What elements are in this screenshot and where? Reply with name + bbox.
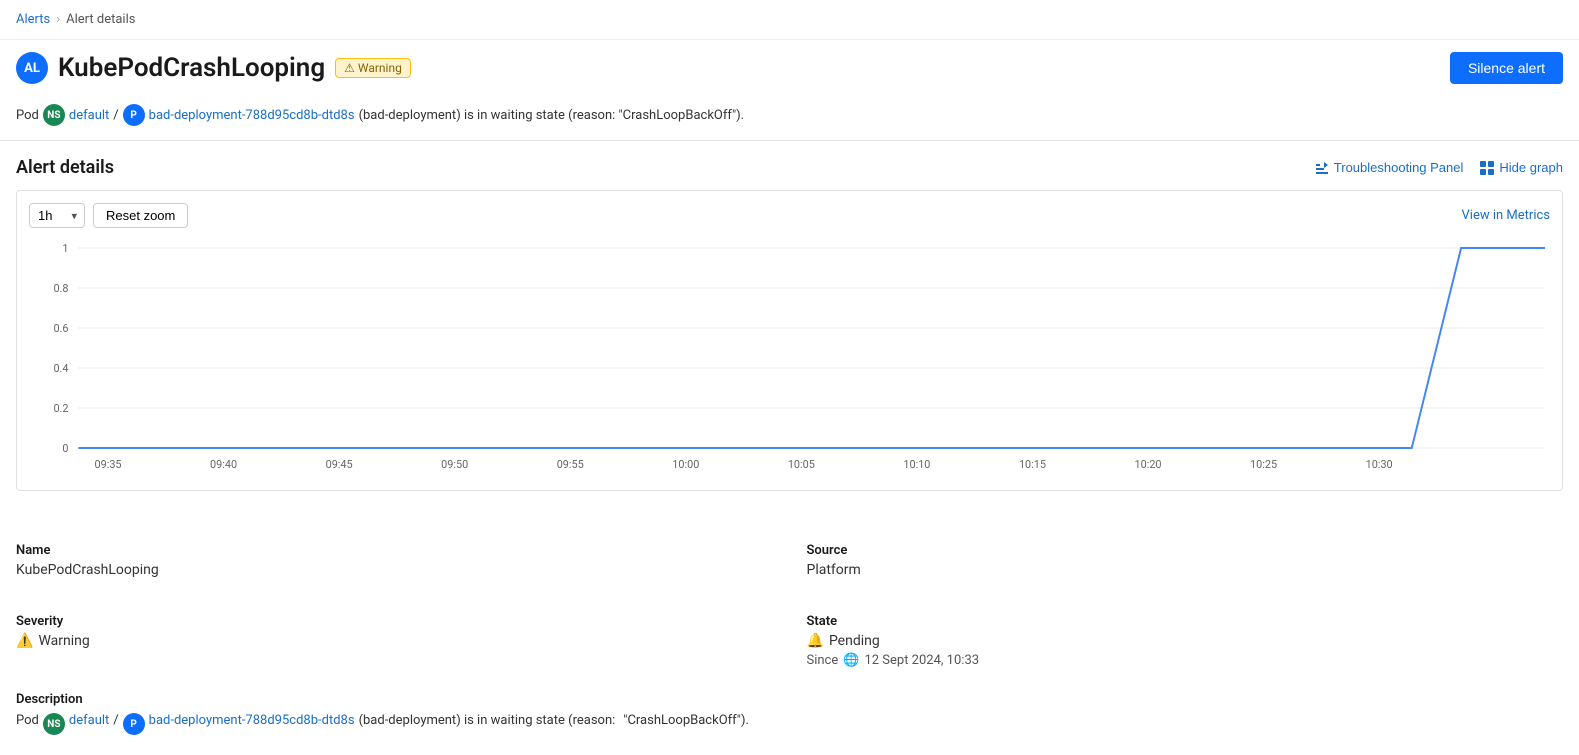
desc-line2: (bad-deployment) is in waiting state (re… — [359, 713, 616, 728]
silence-alert-button[interactable]: Silence alert — [1450, 52, 1563, 84]
svg-text:09:55: 09:55 — [557, 458, 584, 471]
hide-graph-icon — [1479, 160, 1495, 176]
name-cell: Name KubePodCrashLooping — [0, 531, 790, 590]
pod-suffix: (bad-deployment) is in waiting state (re… — [359, 108, 745, 123]
svg-text:0.6: 0.6 — [53, 322, 68, 335]
desc-pod-link[interactable]: bad-deployment-788d95cd8b-dtd8s — [149, 713, 355, 728]
svg-text:0.4: 0.4 — [53, 362, 68, 375]
hide-graph-button[interactable]: Hide graph — [1479, 160, 1563, 176]
svg-text:09:50: 09:50 — [441, 458, 468, 471]
pod-badge-text: P — [130, 110, 136, 121]
severity-value: ⚠️ Warning — [16, 633, 774, 649]
alert-details-title: Alert details — [16, 157, 114, 178]
state-cell: State 🔔 Pending Since 🌐 12 Sept 2024, 10… — [790, 590, 1579, 680]
desc-sep: / — [113, 713, 118, 728]
severity-icon: ⚠️ — [16, 633, 33, 649]
alert-title: KubePodCrashLooping — [58, 53, 325, 83]
chart-svg: 1 0.8 0.6 0.4 0.2 0 09:35 09:40 09:45 09… — [29, 238, 1550, 478]
state-text: Pending — [829, 633, 880, 649]
svg-text:0: 0 — [62, 442, 68, 455]
source-value: Platform — [807, 562, 1564, 578]
desc-pod-prefix: Pod — [16, 713, 39, 728]
desc-line3: "CrashLoopBackOff"). — [623, 713, 749, 728]
details-grid: Name KubePodCrashLooping Source Platform… — [0, 531, 1579, 680]
description-section: Description Pod NS default / P bad-deplo… — [0, 680, 1579, 755]
breadcrumb-current: Alert details — [66, 12, 135, 27]
troubleshooting-panel-label: Troubleshooting Panel — [1334, 160, 1464, 175]
svg-text:09:45: 09:45 — [326, 458, 353, 471]
state-value: 🔔 Pending — [807, 633, 1564, 649]
desc-namespace-badge: NS — [43, 713, 65, 735]
namespace-badge: NS — [43, 104, 65, 126]
svg-text:10:20: 10:20 — [1135, 458, 1162, 471]
namespace-badge-text: NS — [47, 110, 60, 121]
desc-namespace-link[interactable]: default — [69, 713, 109, 728]
pod-separator: / — [113, 108, 118, 123]
pod-badge: P — [123, 104, 145, 126]
svg-text:0.2: 0.2 — [53, 402, 68, 415]
svg-text:10:00: 10:00 — [672, 458, 699, 471]
since-row: Since 🌐 12 Sept 2024, 10:33 — [807, 653, 1564, 668]
description-label: Description — [16, 692, 1563, 707]
graph-container: 1h 3h 6h 12h 24h Reset zoom View in Metr… — [16, 190, 1563, 491]
hide-graph-label: Hide graph — [1499, 160, 1563, 175]
view-in-metrics-link[interactable]: View in Metrics — [1462, 208, 1550, 223]
breadcrumb-separator: › — [56, 12, 60, 27]
header-actions: Troubleshooting Panel Hide graph — [1314, 160, 1563, 176]
since-value: 12 Sept 2024, 10:33 — [864, 653, 979, 668]
desc-ns-badge-text: NS — [47, 719, 60, 730]
svg-text:10:05: 10:05 — [788, 458, 815, 471]
time-range-select[interactable]: 1h 3h 6h 12h 24h — [29, 203, 85, 228]
svg-text:10:10: 10:10 — [903, 458, 930, 471]
breadcrumb: Alerts › Alert details — [0, 0, 1579, 40]
severity-badge-text: ⚠ Warning — [344, 61, 402, 75]
severity-text: Warning — [38, 633, 89, 649]
svg-text:10:15: 10:15 — [1019, 458, 1046, 471]
desc-pod-badge: P — [123, 713, 145, 735]
chart-area: 1 0.8 0.6 0.4 0.2 0 09:35 09:40 09:45 09… — [29, 238, 1550, 478]
alert-details-header: Alert details Troubleshooting Panel Hide… — [16, 157, 1563, 178]
desc-p-badge-text: P — [130, 719, 136, 730]
svg-text:10:25: 10:25 — [1250, 458, 1277, 471]
reset-zoom-button[interactable]: Reset zoom — [93, 203, 188, 228]
graph-toolbar: 1h 3h 6h 12h 24h Reset zoom View in Metr… — [29, 203, 1550, 228]
severity-label: Severity — [16, 614, 774, 629]
pod-name-link[interactable]: bad-deployment-788d95cd8b-dtd8s — [149, 108, 355, 123]
alert-avatar: AL — [16, 52, 48, 84]
source-cell: Source Platform — [790, 531, 1579, 590]
severity-cell: Severity ⚠️ Warning — [0, 590, 790, 680]
svg-text:10:30: 10:30 — [1366, 458, 1393, 471]
svg-text:0.8: 0.8 — [53, 282, 68, 295]
troubleshooting-icon — [1314, 160, 1330, 176]
svg-text:09:35: 09:35 — [94, 458, 121, 471]
graph-toolbar-left: 1h 3h 6h 12h 24h Reset zoom — [29, 203, 188, 228]
globe-icon: 🌐 — [843, 653, 859, 668]
breadcrumb-alerts-link[interactable]: Alerts — [16, 12, 50, 27]
namespace-link[interactable]: default — [69, 108, 109, 123]
name-label: Name — [16, 543, 774, 558]
pod-prefix: Pod — [16, 108, 39, 123]
svg-text:1: 1 — [62, 242, 68, 255]
source-label: Source — [807, 543, 1564, 558]
svg-text:09:40: 09:40 — [210, 458, 237, 471]
state-label: State — [807, 614, 1564, 629]
pod-description-line: Pod NS default / P bad-deployment-788d95… — [0, 96, 1579, 141]
bell-icon: 🔔 — [807, 633, 824, 649]
description-content: Pod NS default / P bad-deployment-788d95… — [16, 713, 1563, 735]
header-left: AL KubePodCrashLooping ⚠ Warning — [16, 52, 411, 84]
page-header: AL KubePodCrashLooping ⚠ Warning Silence… — [0, 40, 1579, 96]
since-label: Since — [807, 653, 839, 668]
alert-details-section: Alert details Troubleshooting Panel Hide… — [0, 141, 1579, 507]
troubleshooting-panel-button[interactable]: Troubleshooting Panel — [1314, 160, 1464, 176]
time-range-wrapper[interactable]: 1h 3h 6h 12h 24h — [29, 203, 85, 228]
name-value: KubePodCrashLooping — [16, 562, 774, 578]
severity-badge: ⚠ Warning — [335, 58, 411, 78]
